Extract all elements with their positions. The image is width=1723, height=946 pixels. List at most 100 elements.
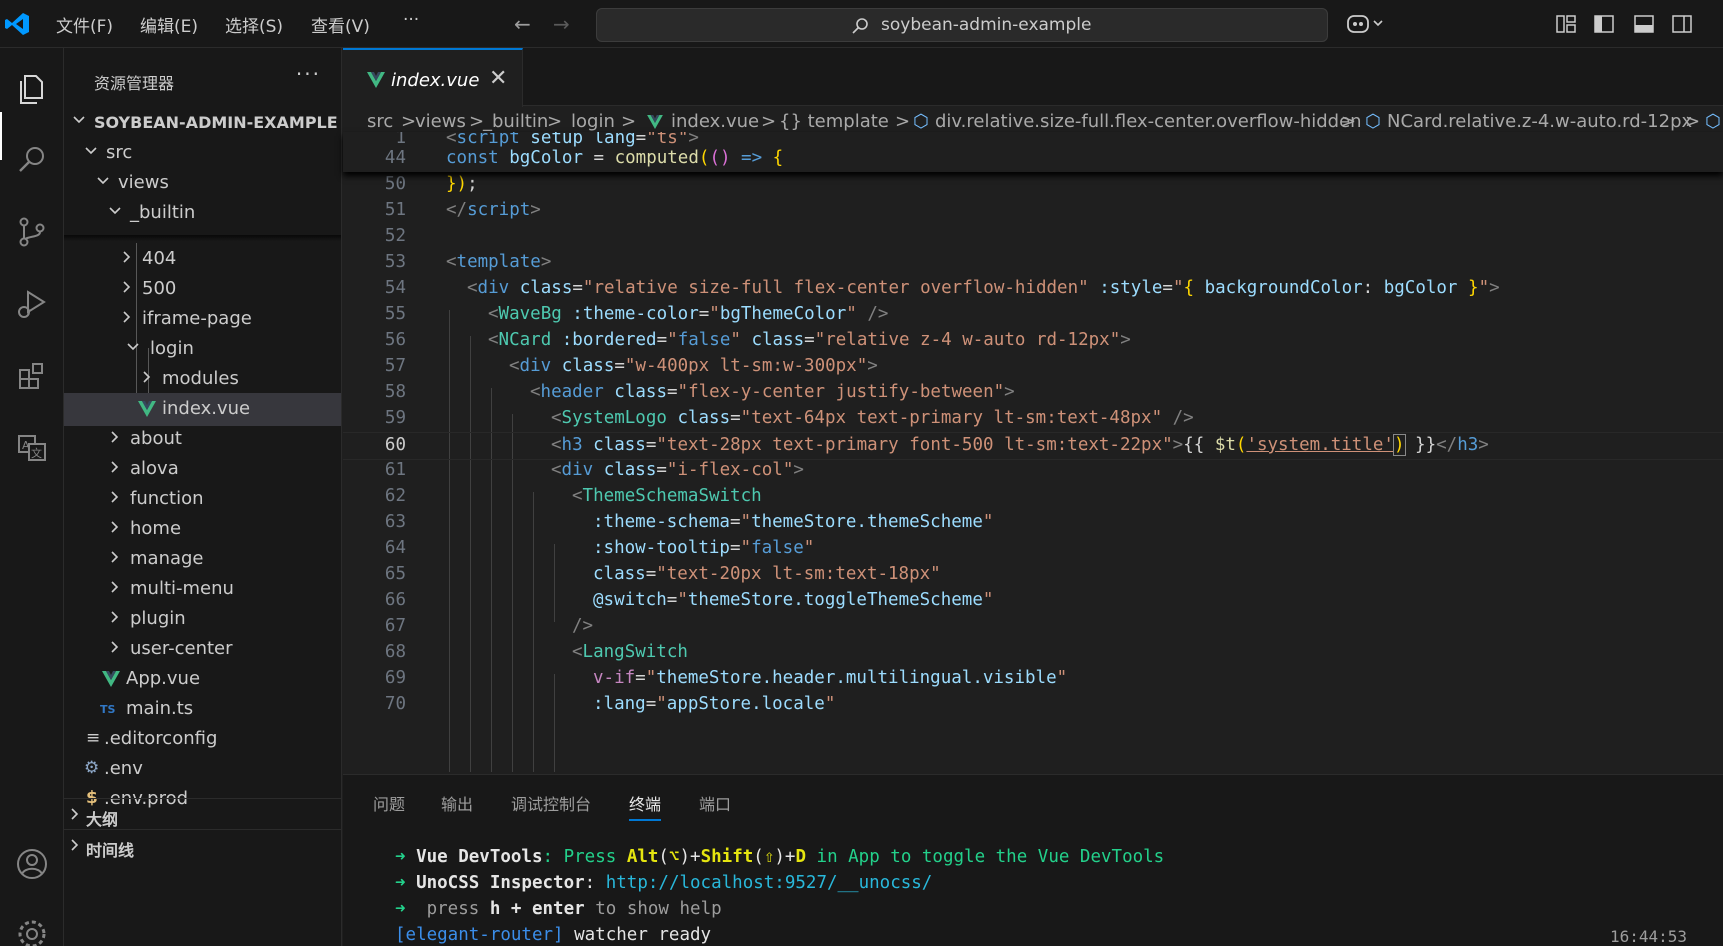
tree-item-manage[interactable]: manage (64, 543, 341, 576)
tree-item-label: _builtin (130, 202, 196, 223)
tree-item-builtin[interactable]: _builtin (64, 197, 341, 230)
code-line[interactable]: 70 :lang="appStore.locale" (343, 692, 1723, 720)
tree-item-about[interactable]: about (64, 423, 341, 456)
manage-gear-icon[interactable] (12, 914, 52, 946)
breadcrumb-views[interactable]: views (415, 111, 466, 132)
tree-item-app-vue[interactable]: App.vue (64, 663, 341, 696)
accounts-icon[interactable] (12, 844, 52, 884)
breadcrumb-ncard[interactable]: NCard.relative.z-4.w-auto.rd-12px (1387, 111, 1692, 132)
tree-item-500[interactable]: 500 (64, 273, 341, 306)
tree-item-modules[interactable]: modules (64, 363, 341, 396)
unocss-link[interactable]: http://localhost:9527/__unocss/ (606, 873, 933, 893)
line-number: 67 (384, 616, 406, 636)
outline-section[interactable]: 大纲 (64, 798, 341, 831)
code-line-current[interactable]: 60 <h3 class="text-28px text-primary fon… (343, 432, 1723, 460)
code-line[interactable]: 54 <div class="relative size-full flex-c… (343, 276, 1723, 304)
project-root[interactable]: SOYBEAN-ADMIN-EXAMPLE (64, 106, 341, 139)
line-number: 51 (384, 200, 406, 220)
menu-selection[interactable]: 选择(S) (225, 12, 283, 37)
code-line[interactable]: 44 const bgColor = computed(() => { (343, 146, 1723, 172)
breadcrumb-src[interactable]: src (367, 111, 393, 132)
code-editor[interactable]: 50 }); 51 </script> 52 53 <template> 54 … (343, 132, 1723, 772)
back-arrow-icon[interactable]: ← (514, 12, 531, 36)
search-view-icon[interactable] (12, 140, 52, 180)
tree-item-main-ts[interactable]: TS main.ts (64, 693, 341, 726)
tree-item-src[interactable]: src (64, 137, 341, 170)
tab-ports[interactable]: 端口 (699, 791, 731, 815)
breadcrumb-builtin[interactable]: _builtin (483, 111, 548, 132)
line-number: 64 (384, 538, 406, 558)
command-center-search[interactable]: soybean-admin-example (596, 8, 1328, 42)
code-line[interactable]: 52 (343, 224, 1723, 252)
translate-icon[interactable]: A文 (12, 428, 52, 468)
customize-layout-icon[interactable] (1556, 14, 1576, 34)
menu-view[interactable]: 查看(V) (311, 12, 370, 37)
line-number: 62 (384, 486, 406, 506)
tree-item-function[interactable]: function (64, 483, 341, 516)
tree-item-login[interactable]: login (64, 333, 341, 366)
project-name: SOYBEAN-ADMIN-EXAMPLE (94, 113, 338, 132)
code-line[interactable]: 64 :show-tooltip="false" (343, 536, 1723, 564)
tree-item-plugin[interactable]: plugin (64, 603, 341, 636)
tab-label: index.vue (391, 70, 480, 91)
code-line[interactable]: 53 <template> (343, 250, 1723, 278)
tree-item-index-vue[interactable]: index.vue (64, 393, 341, 426)
code-text: <h3 class="text-28px text-primary font-5… (551, 434, 1489, 456)
tree-item-alova[interactable]: alova (64, 453, 341, 486)
tab-output[interactable]: 输出 (441, 791, 473, 815)
breadcrumb-login[interactable]: login (571, 111, 615, 132)
tree-item-404[interactable]: 404 (64, 243, 341, 276)
tree-item-iframe-page[interactable]: iframe-page (64, 303, 341, 336)
explorer-more-icon[interactable]: ··· (296, 62, 321, 86)
breadcrumb-div[interactable]: div.relative.size-full.flex-center.overf… (935, 111, 1362, 132)
tab-debug-console[interactable]: 调试控制台 (511, 791, 591, 815)
tree-item-views[interactable]: views (64, 167, 341, 200)
code-line[interactable]: 55 <WaveBg :theme-color="bgThemeColor" /… (343, 302, 1723, 330)
tree-item-user-center[interactable]: user-center (64, 633, 341, 666)
code-line[interactable]: 68 <LangSwitch (343, 640, 1723, 668)
toggle-primary-sidebar-icon[interactable] (1594, 14, 1614, 34)
breadcrumb-template[interactable]: {} template (779, 111, 889, 132)
menu-file[interactable]: 文件(F) (56, 12, 113, 37)
code-line[interactable]: 50 }); (343, 172, 1723, 200)
code-line[interactable]: 62 <ThemeSchemaSwitch (343, 484, 1723, 512)
code-line[interactable]: 67 /> (343, 614, 1723, 642)
timeline-section[interactable]: 时间线 (64, 829, 341, 862)
tree-item-editorconfig[interactable]: ≡ .editorconfig (64, 723, 341, 756)
breadcrumb: src > views > _builtin > login > index.v… (343, 106, 1723, 134)
copilot-icon[interactable] (1346, 12, 1386, 36)
tree-item-label: manage (130, 548, 204, 569)
code-line[interactable]: 56 <NCard :bordered="false" class="relat… (343, 328, 1723, 356)
tree-item-multi-menu[interactable]: multi-menu (64, 573, 341, 606)
code-text: <WaveBg :theme-color="bgThemeColor" /> (488, 304, 889, 324)
explorer-icon[interactable] (12, 68, 52, 108)
source-control-icon[interactable] (12, 212, 52, 252)
settings-file-icon: ⚙ (84, 758, 100, 778)
code-line[interactable]: 63 :theme-schema="themeStore.themeScheme… (343, 510, 1723, 538)
tree-item-env[interactable]: ⚙ .env (64, 753, 341, 786)
tab-problems[interactable]: 问题 (373, 791, 405, 815)
command-center-text: soybean-admin-example (881, 15, 1092, 35)
breadcrumb-index-vue[interactable]: index.vue (671, 111, 759, 132)
code-line[interactable]: 51 </script> (343, 198, 1723, 226)
menu-edit[interactable]: 编辑(E) (140, 12, 198, 37)
terminal-line: [elegant-router] watcher ready (395, 925, 712, 945)
tree-item-home[interactable]: home (64, 513, 341, 546)
code-line[interactable]: 58 <header class="flex-y-center justify-… (343, 380, 1723, 408)
toggle-secondary-sidebar-icon[interactable] (1672, 14, 1692, 34)
run-debug-icon[interactable] (12, 284, 52, 324)
toggle-panel-icon[interactable] (1634, 14, 1654, 34)
tree-item-label: iframe-page (142, 308, 252, 329)
extensions-icon[interactable] (12, 356, 52, 396)
close-tab-icon[interactable]: ✕ (489, 66, 507, 91)
code-line[interactable]: 66 @switch="themeStore.toggleThemeScheme… (343, 588, 1723, 616)
code-line[interactable]: 59 <SystemLogo class="text-64px text-pri… (343, 406, 1723, 434)
tab-index-vue[interactable]: index.vue ✕ (343, 48, 523, 107)
tab-terminal[interactable]: 终端 (629, 791, 662, 821)
code-line[interactable]: 61 <div class="i-flex-col"> (343, 458, 1723, 486)
forward-arrow-icon[interactable]: → (553, 12, 570, 36)
code-line[interactable]: 65 class="text-20px lt-sm:text-18px" (343, 562, 1723, 590)
menu-more-icon[interactable]: ··· (403, 10, 419, 30)
code-line[interactable]: 69 v-if="themeStore.header.multilingual.… (343, 666, 1723, 694)
code-line[interactable]: 57 <div class="w-400px lt-sm:w-300px"> (343, 354, 1723, 382)
